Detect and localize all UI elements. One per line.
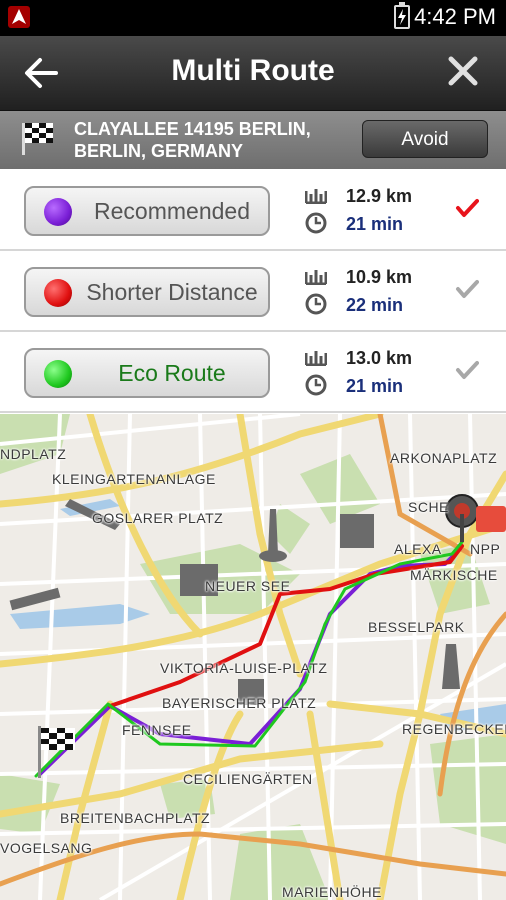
status-time: 4:42 PM [414, 4, 496, 29]
map-label: GOSLARER PLATZ [92, 510, 224, 526]
ruler-icon [305, 189, 327, 204]
map-label: NDPLATZ [0, 446, 67, 462]
map-label: MÄRKISCHE [410, 567, 498, 583]
checkmark-icon [456, 280, 479, 298]
clock-icon [305, 374, 327, 396]
checkered-flag-icon [20, 121, 54, 157]
ruler-icon [305, 351, 327, 366]
clock-icon [305, 293, 327, 315]
route-color-dot [44, 198, 72, 226]
map-label: BREITENBACHPLATZ [60, 810, 211, 826]
avoid-button[interactable]: Avoid [362, 120, 488, 158]
route-list: Recommended 12.9 km 21 min Shorter Dista… [0, 170, 506, 413]
title-bar: Multi Route [0, 36, 506, 111]
route-color-dot [44, 360, 72, 388]
map-label: CECILIENGÄRTEN [183, 771, 313, 787]
map-label: BAYERISCHER PLATZ [162, 695, 317, 711]
status-bar: 4:42 PM [0, 0, 506, 36]
checkmark-icon [456, 361, 479, 379]
map-view[interactable]: NDPLATZ ARKONAPLATZ KLEINGARTENANLAGE GO… [0, 414, 506, 900]
map-label: NPP [470, 541, 501, 557]
route-distance: 12.9 km [346, 186, 413, 206]
route-label: Eco Route [118, 360, 226, 386]
map-label: FENNSEE [122, 722, 192, 738]
route-distance: 13.0 km [346, 348, 413, 368]
navigation-notification-icon [8, 6, 30, 28]
destination-address: CLAYALLEE 14195 BERLIN, BERLIN, GERMANY [74, 118, 344, 162]
map-label: ARKONAPLATZ [390, 450, 498, 466]
address-line-2: BERLIN, GERMANY [74, 141, 244, 161]
route-button-eco-route[interactable]: Eco Route [24, 348, 270, 398]
route-button-shorter-distance[interactable]: Shorter Distance [24, 267, 270, 317]
clock-icon [305, 212, 327, 234]
map-label: VIKTORIA-LUISE-PLATZ [160, 660, 328, 676]
route-item-recommended[interactable]: Recommended 12.9 km 21 min [0, 170, 506, 251]
map-label: BESSELPARK [368, 619, 465, 635]
route-distance: 10.9 km [346, 267, 413, 287]
map-label: VOGELSANG [0, 840, 93, 856]
route-time: 21 min [346, 214, 404, 234]
checkmark-icon [456, 199, 479, 217]
map-label: SCHE [408, 499, 449, 515]
ruler-icon [305, 270, 327, 285]
route-item-eco-route[interactable]: Eco Route 13.0 km 21 min [0, 332, 506, 413]
destination-bar: CLAYALLEE 14195 BERLIN, BERLIN, GERMANY … [0, 111, 506, 169]
map-label: KLEINGARTENANLAGE [52, 471, 216, 487]
battery-charging-icon [394, 2, 410, 29]
map-label: ALEXA [394, 541, 442, 557]
close-icon[interactable] [440, 48, 486, 94]
route-label: Shorter Distance [86, 279, 258, 305]
address-line-1: CLAYALLEE 14195 BERLIN, [74, 119, 311, 139]
route-time: 22 min [346, 295, 404, 315]
map-label: REGENBECKEN [402, 721, 506, 737]
route-label: Recommended [94, 198, 250, 224]
route-item-shorter-distance[interactable]: Shorter Distance 10.9 km 22 min [0, 251, 506, 332]
map-label: NEUER SEE [205, 578, 291, 594]
page-title: Multi Route [171, 54, 335, 87]
route-color-dot [44, 279, 72, 307]
route-time: 21 min [346, 376, 404, 396]
map-label: MARIENHÖHE [282, 884, 382, 900]
route-button-recommended[interactable]: Recommended [24, 186, 270, 236]
